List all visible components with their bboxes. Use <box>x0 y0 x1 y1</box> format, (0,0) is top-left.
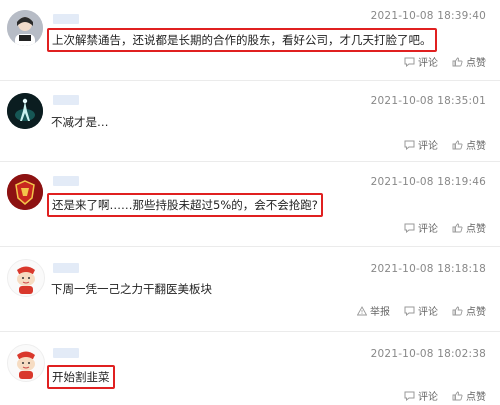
comment-icon <box>404 391 415 401</box>
comment-text: 还是来了啊……那些持股未超过5%的，会不会抢跑? <box>47 193 323 217</box>
thumbs-up-icon <box>452 306 463 315</box>
comment-actions: 评论 点赞 <box>404 388 486 403</box>
comment-actions: 评论 点赞 <box>404 220 486 235</box>
like-button[interactable]: 点赞 <box>452 303 486 318</box>
user-name[interactable] <box>53 263 79 273</box>
comment-item: 2021-10-08 18:39:40 上次解禁通告，还说都是长期的合作的股东，… <box>0 0 500 80</box>
timestamp: 2021-10-08 18:18:18 <box>370 263 486 275</box>
comment-item: 2021-10-08 18:02:38 开始割韭菜 评论 点赞 <box>0 332 500 405</box>
timestamp: 2021-10-08 18:19:46 <box>370 176 486 188</box>
user-photo-icon <box>7 174 43 210</box>
like-button[interactable]: 点赞 <box>452 388 486 403</box>
like-button[interactable]: 点赞 <box>452 137 486 152</box>
comment-text: 下周一凭一己之力干翻医美板块 <box>51 282 212 296</box>
comment-actions: 举报 评论 点赞 <box>357 303 486 318</box>
avatar[interactable] <box>7 259 45 297</box>
reply-button[interactable]: 评论 <box>404 137 438 152</box>
reply-button[interactable]: 评论 <box>404 54 438 69</box>
comment-icon <box>404 57 415 67</box>
comment-text: 不减才是… <box>51 115 109 129</box>
user-name[interactable] <box>53 176 79 186</box>
avatar[interactable] <box>7 10 43 46</box>
comment-item: 2021-10-08 18:18:18 下周一凭一己之力干翻医美板块 举报 评论… <box>0 247 500 331</box>
comment-actions: 评论 点赞 <box>404 54 486 69</box>
thumbs-up-icon <box>452 140 463 149</box>
comment-text: 开始割韭菜 <box>47 365 115 389</box>
comment-item: 2021-10-08 18:35:01 不减才是… 评论 点赞 <box>0 81 500 161</box>
avatar[interactable] <box>7 93 43 129</box>
cartoon-mascot-icon <box>8 345 44 381</box>
thumbs-up-icon <box>452 57 463 66</box>
like-button[interactable]: 点赞 <box>452 220 486 235</box>
comment-text: 上次解禁通告，还说都是长期的合作的股东，看好公司，才几天打脸了吧。 <box>47 28 437 52</box>
user-photo-icon <box>7 10 43 46</box>
avatar[interactable] <box>7 174 43 210</box>
timestamp: 2021-10-08 18:02:38 <box>370 348 486 360</box>
comment-item: 2021-10-08 18:19:46 还是来了啊……那些持股未超过5%的，会不… <box>0 162 500 246</box>
user-photo-icon <box>7 93 43 129</box>
reply-button[interactable]: 评论 <box>404 388 438 403</box>
comment-icon <box>404 306 415 316</box>
user-name[interactable] <box>53 348 79 358</box>
user-name[interactable] <box>53 14 79 24</box>
reply-button[interactable]: 评论 <box>404 220 438 235</box>
like-button[interactable]: 点赞 <box>452 54 486 69</box>
warning-icon <box>357 305 367 315</box>
timestamp: 2021-10-08 18:39:40 <box>370 10 486 22</box>
user-name[interactable] <box>53 95 79 105</box>
thumbs-up-icon <box>452 391 463 400</box>
timestamp: 2021-10-08 18:35:01 <box>370 95 486 107</box>
report-button[interactable]: 举报 <box>357 303 390 318</box>
avatar[interactable] <box>7 344 45 382</box>
reply-button[interactable]: 评论 <box>404 303 438 318</box>
thumbs-up-icon <box>452 223 463 232</box>
comment-actions: 评论 点赞 <box>404 137 486 152</box>
comment-icon <box>404 223 415 233</box>
cartoon-mascot-icon <box>8 260 44 296</box>
comment-icon <box>404 140 415 150</box>
